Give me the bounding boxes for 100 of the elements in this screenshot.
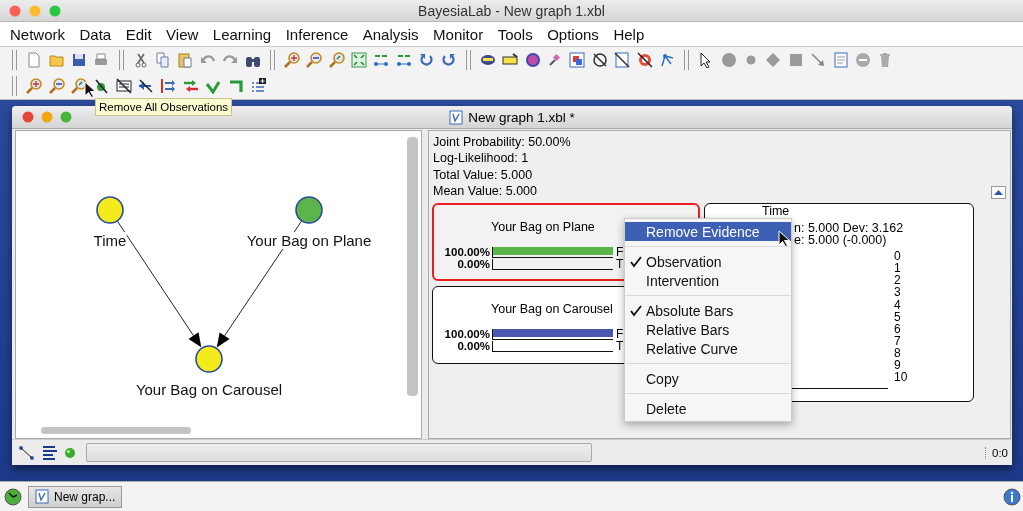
taskbar-button[interactable]: New grap... [28,485,122,508]
collapse-button[interactable] [991,186,1006,200]
probability-value: 0.00% [456,340,491,353]
color-square-icon[interactable] [569,52,586,68]
monitor-title: Your Bag on Plane [491,220,595,235]
summary-text: Joint Probability: 50.00% [433,134,571,151]
node-link-icon[interactable] [395,52,412,68]
menu-item[interactable]: Monitor [427,25,490,43]
node[interactable] [96,196,124,224]
crossed-arrow-icon[interactable] [138,78,155,94]
clipboard-icon[interactable] [177,52,194,68]
crossed-list-icon[interactable] [115,78,132,94]
menu-item[interactable]: Remove Evidence [625,222,791,241]
state-label: 4 [894,298,901,311]
node-label: Your Bag on Carousel [135,381,283,398]
corner-icon[interactable] [227,78,244,94]
clock-icon[interactable] [4,487,22,506]
menu-item[interactable]: Inference [279,25,355,43]
printer-icon[interactable] [93,52,110,68]
diagonal-arrow-icon[interactable] [810,52,827,68]
menu-item[interactable]: Data [73,25,118,43]
node-label: Time [93,232,127,249]
window-title: New graph 1.xbl * [468,109,575,125]
crossed-circle-icon[interactable] [591,52,608,68]
probability-value: 100.00% [443,328,491,341]
state-label: T [615,257,624,272]
position-text: 0:0 [985,446,1008,459]
scissors-icon[interactable] [132,52,149,68]
edge-tool-icon[interactable] [18,444,35,461]
rotate-left-icon[interactable] [418,52,435,68]
node[interactable] [295,196,323,224]
tooltip: Remove All Observations [95,98,233,116]
state-label: 3 [894,286,901,299]
menu-item[interactable]: Options [541,25,605,43]
node[interactable] [195,345,223,373]
save-icon[interactable] [70,52,87,68]
state-label: T [615,339,624,354]
document-icon [449,109,464,125]
state-label: 0 [894,250,901,263]
state-label: 7 [894,334,901,347]
align-bars-icon[interactable] [41,444,58,461]
scrollbar[interactable] [407,137,418,396]
summary-text: Mean Value: 5.000 [433,182,537,200]
state-label: 9 [894,359,901,372]
state-label: 10 [894,371,908,384]
state-label: 1 [894,262,901,275]
zoom-out-icon[interactable] [48,78,65,94]
monitor-node-icon[interactable] [479,52,496,68]
mouse-cursor-icon [778,230,791,248]
probability-value: 0.00% [456,258,491,271]
monitor-title: Time [762,205,790,219]
state-label: 5 [894,310,901,323]
close-button[interactable] [9,4,21,17]
menu-item[interactable]: Help [607,25,651,43]
menu-item[interactable]: Tools [491,25,539,43]
monitor-note-icon[interactable] [502,52,519,68]
note-icon[interactable] [832,52,849,68]
node-circle-icon[interactable] [524,52,541,68]
zoom-in-icon[interactable] [283,52,300,68]
exchange-arrows-icon[interactable] [182,78,199,94]
list-plus-icon[interactable] [249,78,266,94]
zoom-in-icon[interactable] [26,78,43,94]
mouse-cursor-icon [84,81,97,99]
scrollbar[interactable] [41,427,191,434]
menu-item[interactable]: Edit [119,25,158,43]
diamond-icon[interactable] [765,52,782,68]
branch-icon[interactable] [658,52,675,68]
node-label: Your Bag on Plane [246,232,372,249]
status-light-icon [64,446,76,459]
state-label: F [615,245,624,260]
menu-item[interactable]: Network [4,25,71,43]
crossed-dot-icon[interactable] [93,78,110,94]
monitor-title: Your Bag on Carousel [491,302,613,317]
square-icon[interactable] [787,52,804,68]
context-menu[interactable]: Remove Evidence Observation Intervention Absolute Bars Relative Bars Relative Curve Copy Delete [624,218,792,422]
close-button[interactable] [22,111,34,123]
summary-text: Total Value: 5.000 [433,166,533,183]
swap-arrows-icon[interactable] [160,78,177,94]
state-label: 2 [894,274,901,287]
window-title: BayesiaLab - New graph 1.xbl [418,2,605,19]
copy-icon[interactable] [155,52,172,68]
summary-text: Log-Likelihood: 1 [433,150,529,167]
zoom-out-icon[interactable] [306,52,323,68]
rotate-right-icon[interactable] [440,52,457,68]
circle-icon[interactable] [720,52,737,68]
crossed-note-icon[interactable] [614,52,631,68]
statistics-text: e: 5.000 (-0.000) [794,234,887,247]
minus-circle-icon[interactable] [854,52,871,68]
crossed-target-icon[interactable] [636,52,653,68]
state-label: F [615,327,624,342]
statistics-text: n: 5.000 Dev: 3.162 [794,222,904,235]
state-label: 6 [894,322,901,335]
menu-item[interactable]: Analysis [356,25,425,43]
fit-view-icon[interactable] [351,52,368,68]
menu-item[interactable]: View [160,25,205,43]
menu-item[interactable]: Learning [206,25,278,43]
info-icon[interactable] [1003,487,1021,506]
state-label: 8 [894,346,901,360]
probability-value: 100.00% [443,246,491,259]
node-link-icon[interactable] [373,52,390,68]
